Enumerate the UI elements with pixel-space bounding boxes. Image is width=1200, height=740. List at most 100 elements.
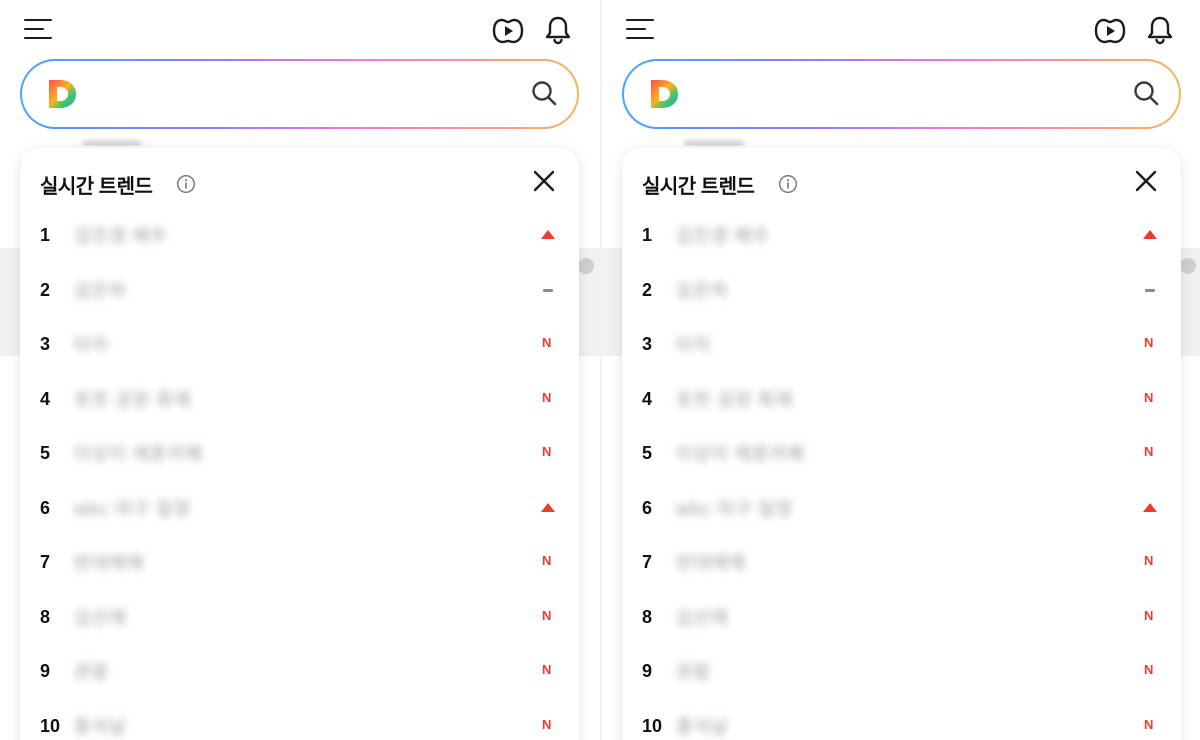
menu-icon[interactable] [24, 17, 54, 43]
trend-item[interactable]: 7 반대매매 N [20, 535, 579, 590]
trend-rank: 10 [40, 715, 61, 736]
trend-item[interactable]: 7 반대매매 N [622, 535, 1181, 590]
trend-item[interactable]: 3 타자 N [622, 317, 1181, 372]
trend-keyword[interactable]: 타자 [74, 331, 109, 357]
new-badge: N [542, 662, 552, 677]
new-badge: N [1144, 444, 1154, 459]
trend-keyword[interactable]: wbc 야구 일정 [676, 495, 793, 521]
trend-keyword[interactable]: 타자 [676, 331, 711, 357]
trend-keyword[interactable]: 이상이 재혼카페 [74, 440, 203, 466]
trend-rank: 1 [642, 225, 653, 245]
new-badge: N [1144, 553, 1154, 568]
trend-rank: 5 [642, 443, 653, 463]
trend-item[interactable]: 6 wbc 야구 일정 [622, 481, 1181, 536]
trend-keyword[interactable]: 김선재 [74, 604, 127, 630]
new-badge: N [542, 716, 552, 732]
trend-rank: 5 [40, 443, 51, 463]
menu-icon[interactable] [626, 17, 656, 43]
trend-keyword[interactable]: wbc 야구 일정 [74, 495, 191, 521]
new-badge: N [542, 444, 552, 459]
trend-rank: 2 [642, 279, 653, 300]
trend-item[interactable]: 4 포천 공장 화재 N [622, 372, 1181, 427]
trend-keyword[interactable]: 반대매매 [74, 549, 144, 575]
trend-rank: 8 [40, 606, 51, 627]
trend-item[interactable]: 1 김진경 배우 [622, 208, 1181, 263]
trend-rank: 6 [642, 497, 653, 518]
trend-status-new: N [1140, 390, 1160, 408]
trend-item[interactable]: 2 김은하 [20, 263, 579, 318]
trend-item[interactable]: 8 김선재 N [20, 590, 579, 645]
trend-status-up [1140, 226, 1160, 244]
trend-keyword[interactable]: 김은하 [676, 277, 729, 303]
trend-item[interactable]: 3 타자 N [20, 317, 579, 372]
trend-status-new: N [1140, 444, 1160, 462]
trend-status-new: N [1140, 608, 1160, 626]
trend-keyword[interactable]: 풍석날 [74, 713, 127, 739]
trend-status-new: N [538, 444, 558, 462]
close-icon[interactable] [532, 169, 556, 193]
search-bar[interactable] [622, 59, 1181, 129]
trend-rank: 4 [642, 388, 653, 409]
search-bar-inner [22, 61, 577, 127]
rank-same-icon [1145, 288, 1155, 292]
info-icon[interactable] [778, 174, 798, 194]
trend-keyword[interactable]: 관람 [676, 658, 711, 684]
trend-item[interactable]: 8 김선재 N [622, 590, 1181, 645]
trend-rank: 4 [40, 388, 51, 409]
trend-rank: 7 [642, 552, 653, 572]
search-icon[interactable] [530, 79, 558, 107]
trend-item[interactable]: 4 포천 공장 화재 N [20, 372, 579, 427]
new-badge: N [1144, 716, 1154, 732]
trend-item[interactable]: 5 이상이 재혼카페 N [20, 426, 579, 481]
trend-keyword[interactable]: 김진경 배우 [676, 222, 770, 248]
trend-keyword[interactable]: 이상이 재혼카페 [676, 440, 805, 466]
play-icon[interactable] [492, 16, 524, 46]
search-icon[interactable] [1132, 79, 1160, 107]
trend-keyword[interactable]: 김선재 [676, 604, 729, 630]
trend-title: 실시간 트렌드 [40, 176, 153, 198]
trend-keyword[interactable]: 관람 [74, 658, 109, 684]
trend-item[interactable]: 10 풍석날 N [20, 699, 579, 740]
play-icon[interactable] [1094, 16, 1126, 46]
trend-status-new: N [1140, 553, 1160, 571]
trend-popup: 실시간 트렌드 1 김진경 배우 2 김은하 3 타자 N 4 포천 공장 화재 N 5 이상이 재혼… [622, 148, 1181, 740]
daum-logo-icon [651, 80, 678, 108]
new-badge: N [542, 335, 552, 350]
trend-item[interactable]: 2 김은하 [622, 263, 1181, 318]
new-badge: N [1144, 607, 1154, 623]
trend-status-new: N [1140, 717, 1160, 735]
trend-keyword[interactable]: 풍석날 [676, 713, 729, 739]
trend-keyword[interactable]: 포천 공장 화재 [676, 386, 793, 412]
info-icon[interactable] [176, 174, 196, 194]
trend-item[interactable]: 6 wbc 야구 일정 [20, 481, 579, 536]
search-input[interactable] [92, 75, 516, 113]
trend-item[interactable]: 9 관람 N [622, 644, 1181, 699]
background-info-icon [1180, 258, 1196, 274]
trend-keyword[interactable]: 김은하 [74, 277, 127, 303]
trend-keyword[interactable]: 포천 공장 화재 [74, 386, 191, 412]
new-badge: N [542, 389, 552, 405]
trend-list: 1 김진경 배우 2 김은하 3 타자 N 4 포천 공장 화재 N 5 이상이 재혼카페 N 6 wbc … [622, 208, 1181, 740]
new-badge: N [1144, 335, 1154, 350]
trend-rank: 6 [40, 497, 51, 518]
trend-keyword[interactable]: 반대매매 [676, 549, 746, 575]
rank-up-icon [1143, 230, 1157, 239]
search-bar-inner [624, 61, 1179, 127]
trend-item[interactable]: 1 김진경 배우 [20, 208, 579, 263]
trend-status-same [538, 281, 558, 299]
trend-keyword[interactable]: 김진경 배우 [74, 222, 168, 248]
search-input[interactable] [694, 75, 1118, 113]
trend-rank: 8 [642, 606, 653, 627]
panel-right: 실시간 트렌드 1 김진경 배우 2 김은하 3 타자 N 4 포천 공장 화재 N 5 이상이 재혼… [602, 0, 1200, 740]
trend-status-up [1140, 499, 1160, 517]
bell-icon[interactable] [542, 14, 574, 46]
rank-up-icon [541, 230, 555, 239]
trend-item[interactable]: 5 이상이 재혼카페 N [622, 426, 1181, 481]
trend-item[interactable]: 10 풍석날 N [622, 699, 1181, 740]
close-icon[interactable] [1134, 169, 1158, 193]
trend-status-new: N [538, 717, 558, 735]
bell-icon[interactable] [1144, 14, 1176, 46]
rank-up-icon [541, 502, 555, 512]
search-bar[interactable] [20, 59, 579, 129]
trend-item[interactable]: 9 관람 N [20, 644, 579, 699]
